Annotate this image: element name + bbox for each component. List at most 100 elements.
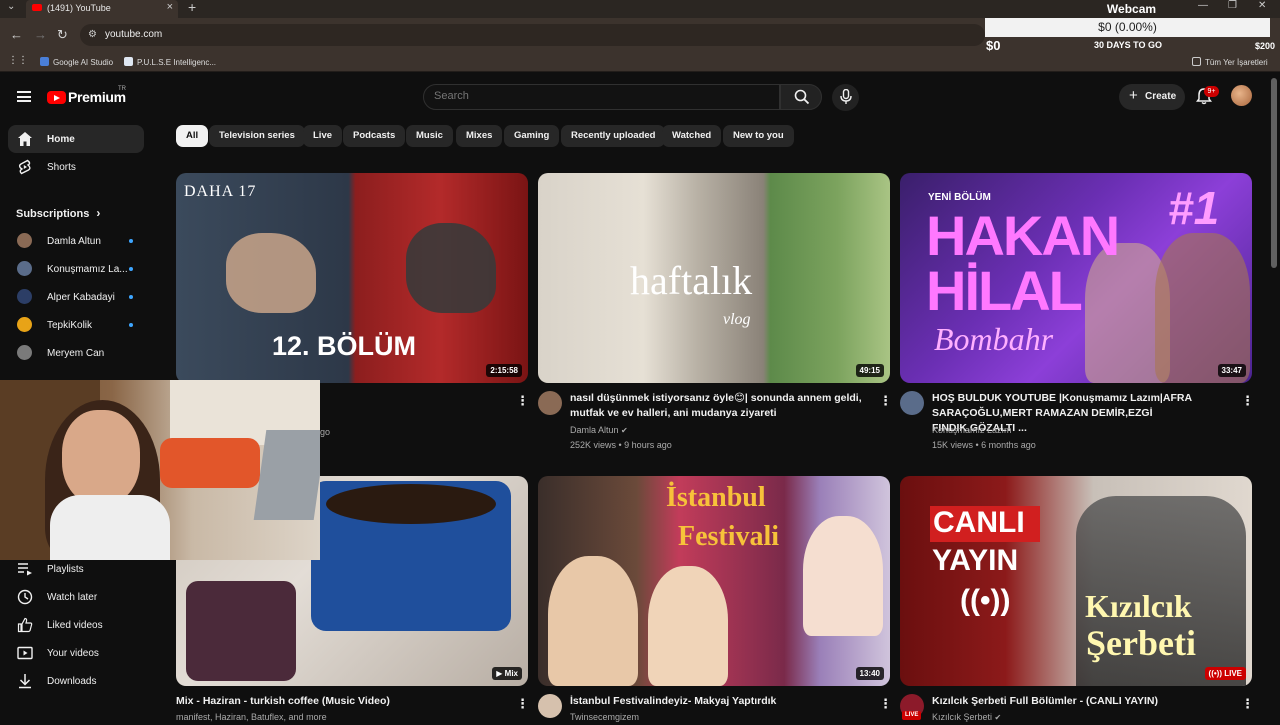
account-avatar[interactable] [1231, 85, 1252, 106]
thumbs-up-icon [17, 617, 33, 633]
chip-gaming[interactable]: Gaming [504, 125, 560, 147]
chip-recently-uploaded[interactable]: Recently uploaded [561, 125, 666, 147]
channel-label: Damla Altun [570, 425, 619, 435]
more-options-icon[interactable]: ⋮ [1241, 696, 1254, 712]
sidebar-item-shorts[interactable]: Shorts [8, 153, 144, 181]
search-button[interactable] [780, 84, 822, 110]
reload-icon[interactable]: ↻ [57, 27, 68, 43]
video-thumbnail[interactable]: DAHA 17 12. BÖLÜM 2:15:58 [176, 173, 528, 383]
video-thumbnail[interactable]: YENİ BÖLÜM HAKAN HİLAL #1 Bombahr 33:47 [900, 173, 1252, 383]
sidebar-item-liked-videos[interactable]: Liked videos [8, 611, 144, 639]
channel-avatar[interactable] [900, 391, 924, 415]
browser-tab-youtube[interactable]: (1491) YouTube × [26, 0, 178, 18]
ai-studio-icon [40, 57, 49, 66]
chip-live[interactable]: Live [303, 125, 343, 147]
channel-avatar [17, 345, 32, 360]
chip-podcasts[interactable]: Podcasts [343, 125, 406, 147]
url-field[interactable]: ⚙ youtube.com [80, 24, 985, 46]
search-box[interactable] [423, 84, 780, 110]
thumbnail-dessert [186, 581, 296, 681]
facecam-shirt [50, 495, 170, 560]
channel-label: Kızılcık Şerbeti [932, 712, 993, 722]
channel-avatar[interactable] [538, 391, 562, 415]
webcam-goal-widget: Webcam $0 (0.00%) $0 30 DAYS TO GO $200 [983, 0, 1280, 60]
video-thumbnail[interactable]: İstanbul Festivali 13:40 [538, 476, 890, 686]
chip-all[interactable]: All [176, 125, 209, 147]
video-thumbnail[interactable]: CANLI YAYIN ((•)) Kızılcık Şerbeti ((•))… [900, 476, 1252, 686]
chip-new-to-you[interactable]: New to you [723, 125, 794, 147]
sidebar-item-label: Home [47, 134, 75, 145]
page-scrollbar[interactable] [1268, 72, 1280, 720]
chip-mixes[interactable]: Mixes [456, 125, 503, 147]
subscription-item[interactable]: Alper Kabadayi [8, 283, 144, 311]
video-duration: 13:40 [855, 667, 884, 680]
chip-music[interactable]: Music [406, 125, 453, 147]
channel-avatar [17, 317, 32, 332]
new-tab-icon[interactable]: + [188, 0, 196, 15]
url-text: youtube.com [105, 29, 163, 40]
close-tab-icon[interactable]: × [167, 1, 173, 13]
more-options-icon[interactable]: ⋮ [879, 393, 892, 409]
more-options-icon[interactable]: ⋮ [879, 696, 892, 712]
subscriptions-heading[interactable]: Subscriptions › [16, 206, 100, 220]
download-icon [19, 674, 31, 689]
channel-name[interactable]: Konuşmamız Lazım [932, 423, 1012, 438]
bookmark-pulse[interactable]: P.U.L.S.E Intelligenc... [124, 57, 216, 67]
tab-search-icon[interactable]: ⌄ [7, 1, 15, 12]
forward-icon[interactable]: → [34, 27, 47, 42]
sidebar-item-downloads[interactable]: Downloads [8, 667, 144, 695]
chip-watched[interactable]: Watched [662, 125, 722, 147]
channel-name[interactable]: Twinsecemgizem [570, 710, 639, 725]
thumbnail-figure [406, 223, 496, 313]
video-meta: go [320, 427, 331, 437]
verified-icon: ✔ [621, 426, 628, 435]
facecam-object [160, 438, 260, 488]
microphone-icon [839, 89, 852, 104]
live-badge: ((•)) LIVE [1204, 667, 1246, 680]
site-info-icon[interactable]: ⚙ [88, 29, 97, 40]
channel-name[interactable]: Damla Altun ✔ [570, 423, 628, 438]
webcam-progress-bar: $0 (0.00%) [985, 18, 1270, 37]
search-input[interactable] [434, 90, 764, 102]
thumbnail-text: CANLI [933, 506, 1025, 539]
sidebar-item-label: Downloads [47, 676, 97, 687]
video-thumbnail[interactable]: haftalık vlog 49:15 [538, 173, 890, 383]
create-button[interactable]: + Create [1119, 84, 1185, 110]
apps-icon[interactable]: ⋮⋮ [8, 55, 28, 66]
more-options-icon[interactable]: ⋮ [516, 393, 529, 409]
subscription-label: Meryem Can [47, 348, 105, 359]
thumbnail-coffee [326, 484, 496, 524]
channel-name[interactable]: Kızılcık Şerbeti ✔ [932, 710, 1001, 725]
thumbnail-text: haftalık [630, 258, 753, 303]
subscription-item[interactable]: Damla Altun [8, 227, 144, 255]
facecam-face [62, 410, 140, 505]
more-options-icon[interactable]: ⋮ [1241, 393, 1254, 409]
sidebar-item-label: Shorts [47, 162, 76, 173]
bookmark-google-ai-studio[interactable]: Google AI Studio [40, 57, 113, 67]
more-options-icon[interactable]: ⋮ [516, 696, 529, 712]
sidebar-item-home[interactable]: Home [8, 125, 144, 153]
thumbnail-text: Bombahr [934, 321, 1054, 357]
video-duration: 2:15:58 [486, 364, 522, 377]
video-title[interactable]: nasıl düşünmek istiyorsanız öyle😊| sonun… [570, 391, 870, 421]
channel-avatar[interactable] [538, 694, 562, 718]
sidebar-item-watch-later[interactable]: Watch later [8, 583, 144, 611]
thumbnail-text: Festivali [678, 521, 780, 552]
subscription-item[interactable]: TepkiKolik [8, 311, 144, 339]
sidebar-item-label: Liked videos [47, 620, 103, 631]
thumbnail-text: DAHA 17 [184, 183, 257, 200]
subscription-item[interactable]: Meryem Can [8, 339, 144, 367]
thumbnail-text: İstanbul [666, 482, 766, 513]
video-title[interactable]: İstanbul Festivalindeyiz- Makyaj Yaptırd… [570, 694, 870, 709]
back-icon[interactable]: ← [10, 27, 23, 42]
chip-television-series[interactable]: Television series [209, 125, 305, 147]
subscriptions-label: Subscriptions [16, 208, 90, 220]
scrollbar-thumb[interactable] [1271, 78, 1277, 268]
menu-icon[interactable] [17, 91, 31, 102]
video-title[interactable]: Kızılcık Şerbeti Full Bölümler - (CANLI … [932, 694, 1232, 709]
video-title[interactable]: Mix - Haziran - turkish coffee (Music Vi… [176, 694, 476, 709]
voice-search-button[interactable] [832, 84, 859, 111]
subscription-item[interactable]: Konuşmamız La... [8, 255, 144, 283]
sidebar-item-your-videos[interactable]: Your videos [8, 639, 144, 667]
youtube-favicon-icon [32, 4, 42, 11]
